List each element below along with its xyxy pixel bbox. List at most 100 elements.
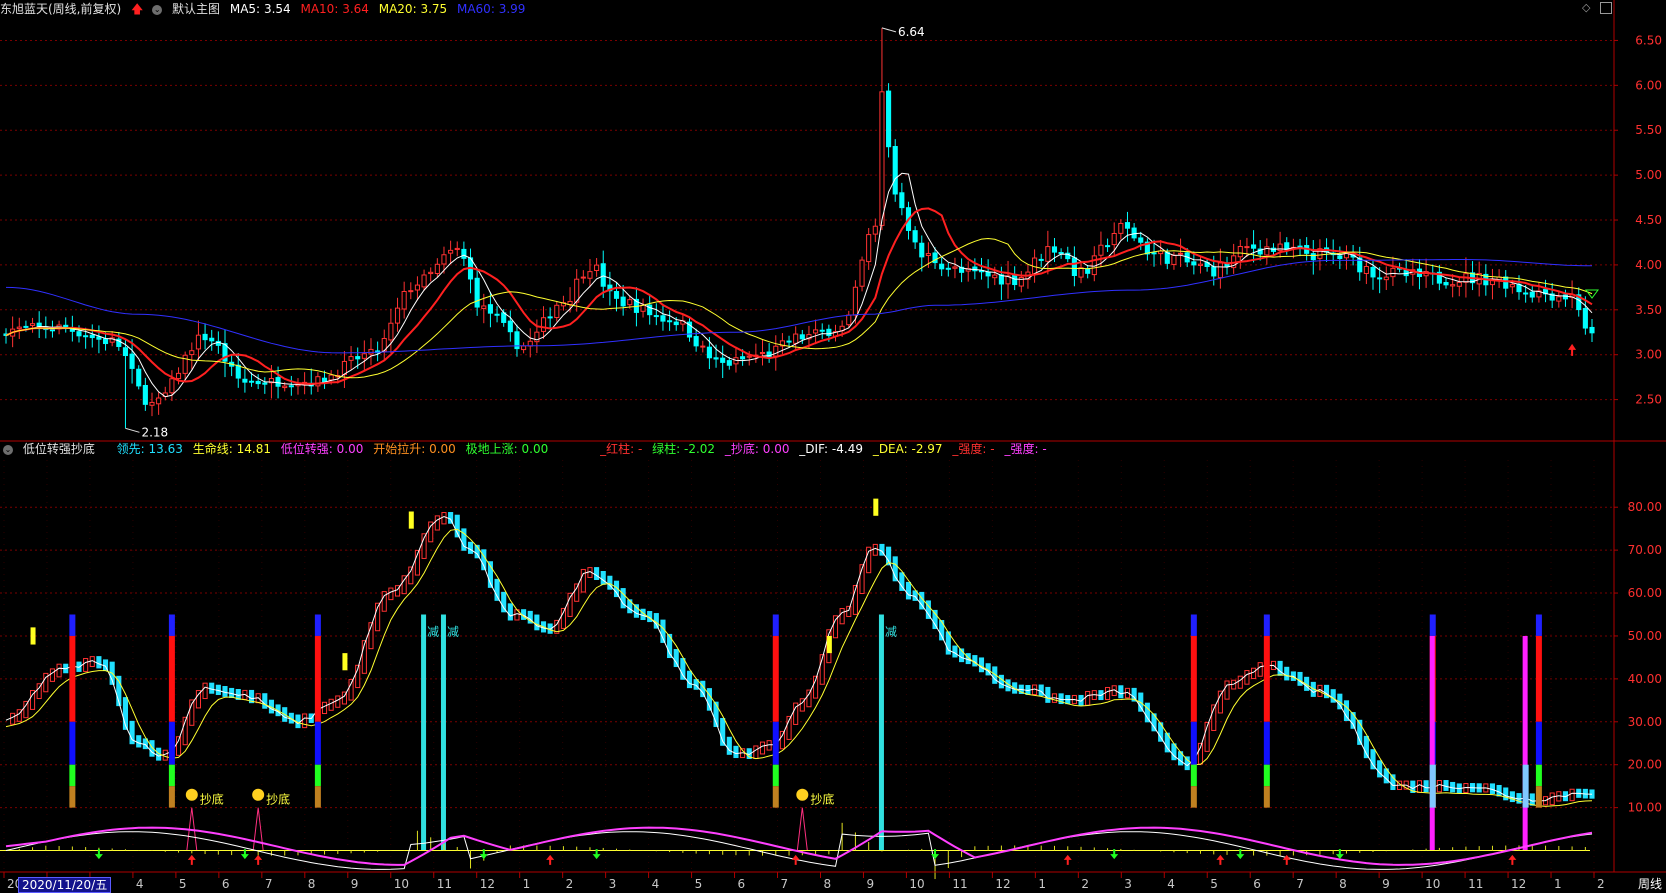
- signal-block-orange: [168, 786, 175, 808]
- candle-body: [859, 259, 865, 287]
- lead-bar: [600, 571, 606, 585]
- dropdown-icon[interactable]: ⌄: [152, 4, 163, 15]
- candle-body: [746, 355, 752, 358]
- candle-body: [1138, 237, 1144, 243]
- price-tick-label: 6.00: [1635, 78, 1662, 92]
- candle-body: [925, 253, 931, 256]
- price-tick-label: 5.50: [1635, 123, 1662, 137]
- time-tick-label: 2: [1597, 877, 1605, 891]
- lead-bar: [10, 712, 16, 725]
- candle-body: [912, 230, 918, 243]
- indicator-panel[interactable]: 减减减抄底 抄底 抄底: [0, 498, 1595, 880]
- price-legend: 东旭蓝天(周线,前复权) 🡅 ⌄ 默认主图 MA5: 3.54 MA10: 3.…: [0, 0, 531, 18]
- signal-block-blue: [168, 721, 175, 765]
- candle-body: [142, 384, 148, 405]
- stock-title[interactable]: 东旭蓝天(周线,前复权): [0, 2, 121, 16]
- lead-bar: [905, 581, 912, 600]
- candle-body: [341, 360, 347, 376]
- ma20-line: [5, 237, 1593, 379]
- lead-bar: [83, 658, 89, 672]
- signal-block-orange: [772, 786, 779, 808]
- signal-block-orange: [314, 786, 321, 808]
- lead-bar: [680, 658, 686, 680]
- candle-body: [175, 372, 182, 380]
- candle-body: [773, 345, 779, 357]
- window-icon[interactable]: [1600, 2, 1612, 14]
- lead-bar: [872, 543, 878, 556]
- candles: [3, 27, 1595, 429]
- candle-body: [892, 146, 898, 195]
- price-panel[interactable]: 6.64 2.18: [3, 25, 1599, 439]
- candle-body: [673, 321, 679, 326]
- candle-body: [740, 356, 746, 360]
- time-tick-label: 2: [566, 877, 574, 891]
- time-tick-label: 12: [995, 877, 1010, 891]
- green-bar-value: 绿柱: -2.02: [652, 442, 716, 456]
- candle-body: [209, 337, 215, 342]
- candle-body: [355, 356, 361, 360]
- indicator-tick-label: 70.00: [1628, 543, 1662, 557]
- candle-body: [627, 299, 633, 306]
- candle-body: [1443, 282, 1449, 286]
- candle-body: [394, 307, 401, 324]
- lead-bar: [321, 701, 328, 715]
- signal-block-blue-top: [69, 614, 76, 636]
- period-label[interactable]: 周线: [1638, 877, 1662, 891]
- candle-body: [275, 377, 281, 387]
- lead-bar: [839, 608, 845, 625]
- candle-body: [521, 345, 527, 351]
- sad-face-icon: [185, 788, 198, 801]
- signal-block-orange: [1535, 786, 1542, 808]
- bottom-fish-label: 抄底: [810, 791, 834, 806]
- signal-block-blue: [772, 721, 779, 765]
- candle-body: [182, 354, 188, 374]
- template-label[interactable]: 默认主图: [172, 2, 220, 16]
- indicator-name[interactable]: 低位转强抄底: [23, 442, 95, 456]
- candle-body: [1383, 276, 1389, 281]
- lead-value: 领先: 13.63: [116, 442, 183, 456]
- candle-body: [102, 338, 109, 345]
- lead-bar: [96, 656, 102, 669]
- signal-block-lightblue: [1522, 764, 1529, 808]
- ma5-label: MA5: 3.54: [229, 2, 291, 16]
- signal-block-red: [1263, 635, 1270, 722]
- indicator-dropdown-icon[interactable]: ⌄: [3, 444, 13, 455]
- up-arrow-icon: [1508, 854, 1517, 865]
- lead-bar: [673, 649, 679, 668]
- candle-body: [1078, 267, 1084, 278]
- candle-body: [939, 263, 945, 270]
- signal-block-red: [772, 635, 779, 722]
- diamond-icon[interactable]: ◇: [1582, 1, 1594, 14]
- candle-body: [388, 322, 394, 341]
- lead-bar: [1251, 667, 1257, 680]
- up-arrow-icon: [1063, 854, 1072, 865]
- signal-block-red: [69, 635, 76, 722]
- candle-body: [129, 353, 135, 369]
- lead-bar: [1350, 712, 1356, 729]
- candle-body: [1450, 284, 1456, 287]
- price-tick-label: 4.50: [1635, 213, 1662, 227]
- candle-body: [886, 90, 892, 148]
- signal-block-blue-top: [1429, 614, 1436, 636]
- candle-body: [759, 351, 766, 354]
- candle-body: [945, 267, 951, 270]
- candle-body: [706, 346, 712, 359]
- candle-body: [1363, 266, 1369, 274]
- lead-bar: [1436, 780, 1442, 793]
- lead-bar: [1496, 784, 1502, 797]
- candle-body: [421, 274, 427, 288]
- ma60-label: MA60: 3.99: [456, 2, 526, 16]
- candle-body: [49, 329, 56, 332]
- signal-block-red: [168, 635, 175, 722]
- up-arrow-icon: [1282, 854, 1291, 865]
- candle-body: [368, 348, 374, 355]
- candle-body: [288, 385, 294, 388]
- lead-bar: [779, 730, 785, 750]
- lead-bar: [952, 645, 958, 658]
- time-tick-label: 10: [1425, 877, 1440, 891]
- time-tick-label: 8: [1339, 877, 1347, 891]
- candle-body: [83, 335, 89, 338]
- signal-block-blue-top: [772, 614, 779, 636]
- lead-bar: [1529, 793, 1535, 806]
- lead-bar: [1569, 788, 1575, 802]
